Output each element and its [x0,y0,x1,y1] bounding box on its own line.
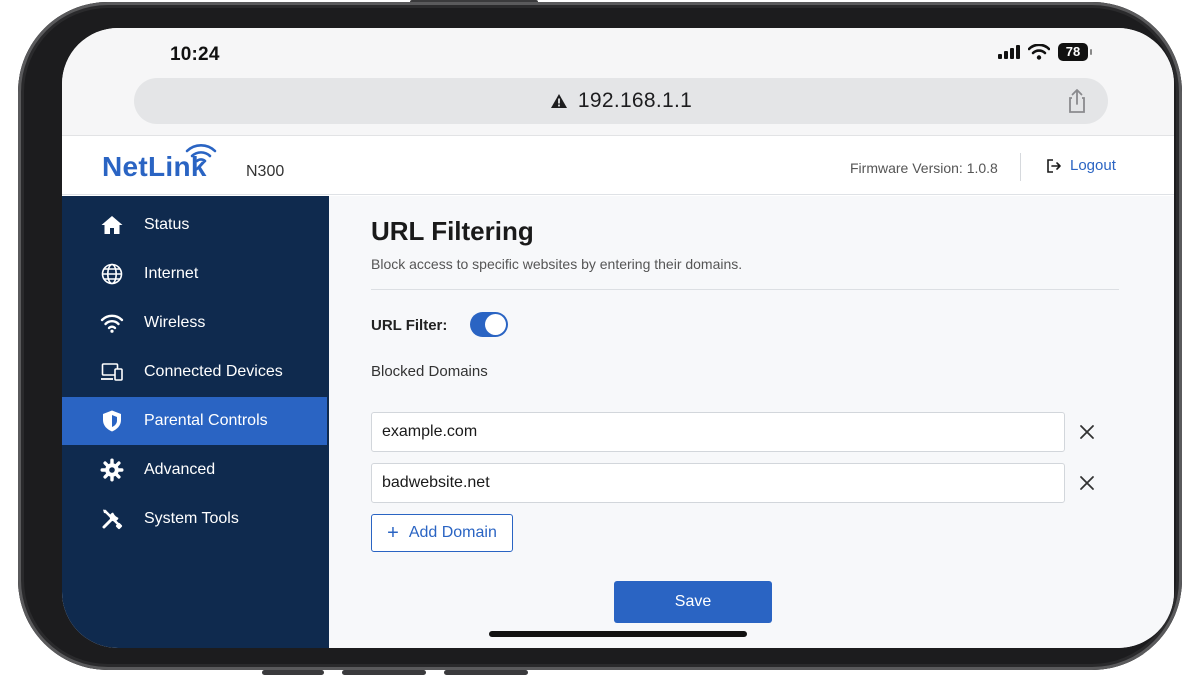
router-header: NetLink N300 Firmware Version: 1.0.8 Log… [62,137,1174,195]
status-time: 10:24 [170,44,220,65]
sidebar-item-status[interactable]: Status [62,201,327,249]
domain-input[interactable] [371,412,1065,452]
sidebar-item-connected-devices[interactable]: Connected Devices [62,348,327,396]
logout-icon [1047,158,1061,173]
sidebar-item-label: Connected Devices [144,363,283,380]
sidebar-item-advanced[interactable]: Advanced [62,446,327,494]
sidebar: Status Internet Wireless Connected Devic… [62,196,329,648]
sidebar-item-label: Advanced [144,461,216,478]
page-description: Block access to specific websites by ent… [371,256,743,272]
battery-level: 78 [1065,44,1081,59]
sidebar-item-parental-controls[interactable]: Parental Controls [62,397,327,445]
sidebar-item-internet[interactable]: Internet [62,250,327,298]
blocked-domains-label: Blocked Domains [371,363,488,380]
firmware-version: Firmware Version: 1.0.8 [850,160,998,176]
phone-volume-button [262,670,324,675]
address-bar[interactable]: 192.168.1.1 [134,78,1108,124]
header-divider [1020,153,1021,181]
remove-domain-close-icon[interactable] [1077,422,1097,442]
remove-domain-close-icon[interactable] [1077,473,1097,493]
page-title: URL Filtering [371,216,534,246]
home-indicator [489,631,747,637]
sidebar-item-label: System Tools [144,510,239,527]
url-text: 192.168.1.1 [577,89,693,112]
phone-volume-button [444,670,528,675]
sidebar-item-label: Status [144,216,190,233]
tools-icon [102,509,123,530]
warning-triangle-icon [550,94,567,108]
sidebar-item-system-tools[interactable]: System Tools [62,495,327,543]
share-icon[interactable] [1064,88,1090,114]
battery-icon: 78 [1058,43,1092,61]
save-label: Save [674,593,712,610]
status-bar: 10:24 78 [62,28,1174,76]
section-divider [371,289,1119,290]
gear-icon [100,458,124,482]
wifi-icon [100,314,124,333]
logout-button[interactable]: Logout [1046,157,1116,174]
plus-icon: + [387,522,399,544]
cellular-signal-icon [998,45,1020,59]
sidebar-item-wireless[interactable]: Wireless [62,299,327,347]
domain-input[interactable] [371,463,1065,503]
url-filter-toggle[interactable] [470,312,508,337]
logo-wifi-icon [185,144,217,163]
save-button[interactable]: Save [614,581,772,623]
sidebar-item-label: Internet [144,265,199,282]
add-domain-label: Add Domain [408,524,497,541]
phone-frame: 10:24 78 192.168.1.1 NetLink N300 Firmwa… [18,2,1182,670]
toggle-knob [485,314,506,335]
browser-toolbar: 192.168.1.1 [62,76,1174,136]
status-icons: 78 [998,43,1092,61]
model-name: N300 [246,163,285,180]
globe-icon [101,263,123,285]
sidebar-item-label: Parental Controls [144,412,268,429]
phone-screen: 10:24 78 192.168.1.1 NetLink N300 Firmwa… [62,28,1174,648]
wifi-status-icon [1028,44,1050,60]
main-content: URL Filtering Block access to specific w… [329,196,1174,648]
home-icon [101,216,123,234]
devices-icon [101,363,123,381]
sidebar-item-label: Wireless [144,314,206,331]
phone-volume-button [342,670,426,675]
logout-label: Logout [1070,157,1116,174]
add-domain-button[interactable]: + Add Domain [371,514,513,552]
shield-icon [103,410,121,432]
url-filter-label: URL Filter: [371,317,448,334]
